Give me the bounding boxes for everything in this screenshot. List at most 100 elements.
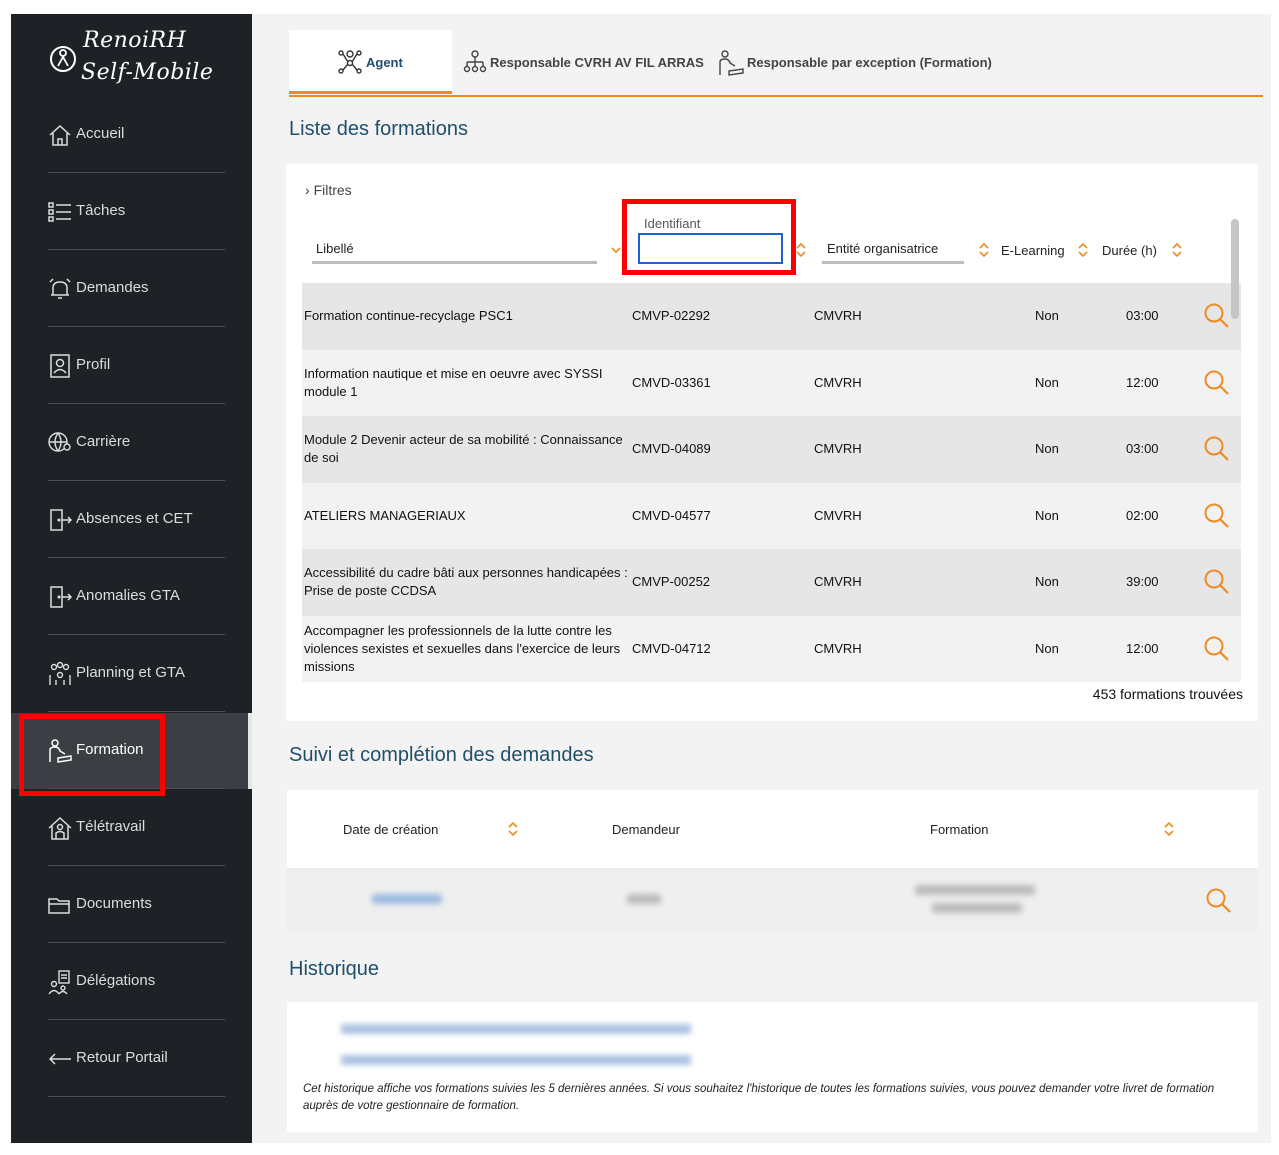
sidebar-divider: [48, 865, 225, 866]
sort-entite-icon[interactable]: [978, 241, 990, 259]
sort-elearning-icon[interactable]: [1077, 241, 1089, 259]
sidebar-item-label: Délégations: [76, 972, 156, 989]
app-logo[interactable]: RenoiRH Self-Mobile: [49, 22, 249, 92]
sidebar-item-delegations[interactable]: Délégations: [11, 944, 252, 1020]
cell-elearning: Non: [1035, 640, 1059, 656]
column-header-elearning[interactable]: E-Learning: [1001, 243, 1065, 258]
table-row[interactable]: Module 2 Devenir acteur de sa mobilité :…: [302, 416, 1241, 483]
tab-responsable-cvrh[interactable]: Responsable CVRH AV FIL ARRAS: [461, 30, 707, 93]
redacted-demandeur: [627, 894, 661, 904]
table-scrollbar[interactable]: [1231, 219, 1239, 319]
filters-toggle[interactable]: › Filtres: [305, 182, 352, 198]
logo-text-line1: RenoiRH: [83, 28, 187, 53]
sidebar-item-retour-portail[interactable]: Retour Portail: [11, 1021, 252, 1097]
home-icon: [49, 124, 71, 146]
cell-libelle: Module 2 Devenir acteur de sa mobilité :…: [304, 432, 623, 466]
section-title-historique: Historique: [289, 958, 380, 980]
search-icon[interactable]: [1203, 502, 1231, 530]
redacted-formation-line1: [915, 885, 1035, 895]
network-icon: [338, 50, 362, 74]
sidebar-item-label: Accueil: [76, 125, 125, 142]
sidebar-item-label: Demandes: [76, 279, 149, 296]
cell-elearning: Non: [1035, 574, 1059, 590]
sidebar-item-label: Profil: [76, 356, 111, 373]
cell-identifiant: CMVP-02292: [632, 308, 711, 324]
chevron-down-icon[interactable]: [610, 241, 622, 259]
sidebar-item-label: Retour Portail: [76, 1049, 168, 1066]
sidebar-item-accueil[interactable]: Accueil: [11, 97, 252, 173]
sidebar-item-teletravail[interactable]: Télétravail: [11, 790, 252, 866]
column-header-date-creation[interactable]: Date de création: [343, 822, 438, 837]
sidebar-item-taches[interactable]: Tâches: [11, 174, 252, 250]
sidebar-item-planning-et-gta[interactable]: Planning et GTA: [11, 636, 252, 712]
formation-highlight-box: [19, 714, 165, 796]
sort-formation-icon[interactable]: [1163, 820, 1175, 838]
cell-duree: 39:00: [1126, 574, 1159, 590]
historique-note: Cet historique affiche vos formations su…: [303, 1083, 1215, 1112]
table-row[interactable]: Information nautique et mise en oeuvre a…: [302, 349, 1241, 416]
sidebar-item-label: Absences et CET: [76, 510, 193, 527]
cell-duree: 03:00: [1126, 308, 1159, 324]
section-title-formations: Liste des formations: [289, 118, 468, 140]
cell-identifiant: CMVD-03361: [632, 374, 711, 390]
cell-elearning: Non: [1035, 308, 1059, 324]
redacted-history-line2: [341, 1055, 691, 1065]
list-icon: [48, 202, 71, 222]
sidebar-item-label: Anomalies GTA: [76, 587, 180, 604]
folder-icon: [48, 898, 70, 914]
tab-responsable-exception[interactable]: Responsable par exception (Formation): [717, 30, 1007, 93]
profile-icon: [50, 354, 70, 378]
search-icon[interactable]: [1203, 435, 1231, 463]
cell-entite: CMVRH: [814, 640, 862, 656]
tab-agent[interactable]: Agent: [289, 30, 452, 94]
sidebar-divider: [48, 711, 225, 712]
table-row[interactable]: Accompagner les professionnels de la lut…: [302, 615, 1241, 682]
sort-date-icon[interactable]: [507, 820, 519, 838]
sidebar-divider: [48, 249, 225, 250]
sidebar-item-demandes[interactable]: Demandes: [11, 251, 252, 327]
sidebar-item-profil[interactable]: Profil: [11, 328, 252, 404]
sidebar-divider: [48, 480, 225, 481]
search-icon[interactable]: [1203, 568, 1231, 596]
entite-filter-underline: [822, 261, 964, 264]
column-header-entite[interactable]: Entité organisatrice: [827, 241, 938, 256]
arrow-left-icon: [48, 1053, 71, 1065]
suivi-row-redacted[interactable]: [287, 869, 1258, 932]
identifiant-highlight-box: [622, 199, 796, 275]
door-exit-icon: [50, 509, 73, 531]
sidebar-item-carriere[interactable]: Carrière: [11, 405, 252, 481]
search-icon[interactable]: [1203, 369, 1231, 397]
sort-identifiant-icon[interactable]: [795, 241, 807, 259]
logo-text-line2: Self-Mobile: [81, 60, 214, 85]
section-title-suivi: Suivi et complétion des demandes: [289, 744, 594, 766]
home-person-icon: [48, 816, 72, 840]
table-row[interactable]: Accessibilité du cadre bâti aux personne…: [302, 549, 1241, 616]
sidebar-divider: [48, 326, 225, 327]
cell-elearning: Non: [1035, 374, 1059, 390]
sidebar-divider: [48, 557, 225, 558]
column-header-libelle[interactable]: Libellé: [316, 241, 354, 256]
search-icon[interactable]: [1205, 887, 1233, 915]
table-row[interactable]: Formation continue-recyclage PSC1 CMVP-02…: [302, 283, 1241, 350]
app-frame: RenoiRH Self-Mobile Accueil Tâches Demande…: [11, 14, 1271, 1143]
globe-user-icon: [48, 432, 71, 452]
cell-identifiant: CMVD-04577: [632, 507, 711, 523]
sidebar-item-absences-et-cet[interactable]: Absences et CET: [11, 482, 252, 558]
column-header-duree[interactable]: Durée (h): [1102, 243, 1157, 258]
delegation-icon: [48, 970, 70, 995]
cell-identifiant: CMVD-04089: [632, 441, 711, 457]
sidebar-item-label: Carrière: [76, 433, 131, 450]
sidebar-item-documents[interactable]: Documents: [11, 867, 252, 943]
cell-elearning: Non: [1035, 507, 1059, 523]
search-icon[interactable]: [1203, 635, 1231, 663]
column-header-formation[interactable]: Formation: [930, 822, 989, 837]
cell-entite: CMVRH: [814, 441, 862, 457]
tab-agent-label: Agent: [366, 55, 403, 70]
search-icon[interactable]: [1203, 302, 1231, 330]
sidebar-item-anomalies-gta[interactable]: Anomalies GTA: [11, 559, 252, 635]
redacted-formation-line2: [932, 903, 1022, 913]
sort-duree-icon[interactable]: [1171, 241, 1183, 259]
formations-table-body: Formation continue-recyclage PSC1 CMVP-02…: [302, 283, 1241, 682]
column-header-demandeur[interactable]: Demandeur: [612, 822, 680, 837]
table-row[interactable]: ATELIERS MANAGERIAUX CMVD-04577 CMVRH Non 02…: [302, 482, 1241, 549]
